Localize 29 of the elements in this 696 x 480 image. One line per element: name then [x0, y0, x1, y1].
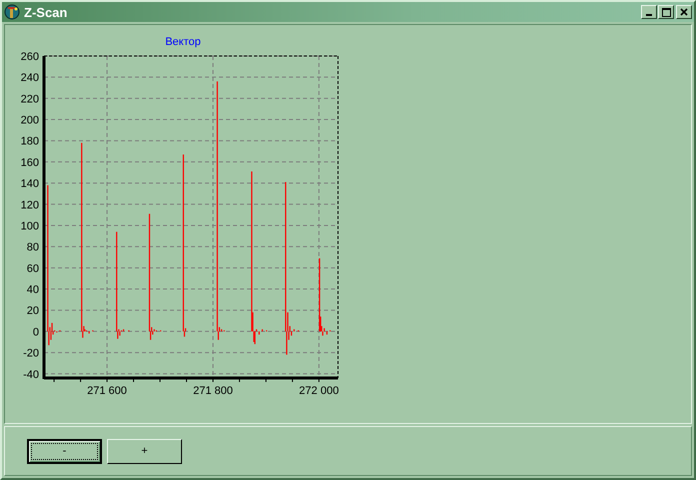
window-title: Z-Scan [24, 4, 68, 20]
y-tick-label: 200 [20, 114, 39, 127]
close-icon [680, 8, 688, 16]
y-tick-label: 40 [26, 284, 39, 296]
y-tick-label: 240 [20, 72, 39, 84]
maximize-icon [662, 8, 670, 16]
y-tick-label: 140 [20, 178, 39, 190]
y-tick-label: 220 [20, 93, 39, 106]
y-tick-label: 0 [32, 326, 39, 338]
y-tick-label: -40 [23, 368, 39, 381]
y-tick-label: 80 [26, 242, 39, 254]
y-tick-label: 60 [26, 262, 39, 275]
minimize-button[interactable] [641, 5, 657, 19]
plus-button[interactable]: + [107, 438, 182, 464]
minus-button[interactable]: - [27, 438, 102, 464]
x-tick-label: 272 000 [299, 385, 339, 397]
y-tick-label: 180 [20, 136, 39, 148]
close-button[interactable] [676, 5, 692, 19]
y-tick-label: 120 [20, 199, 39, 212]
app-icon [4, 4, 20, 20]
y-tick-label: -20 [23, 348, 39, 360]
chart-title: Вектор [165, 36, 201, 48]
y-tick-label: 20 [26, 305, 39, 318]
y-tick-label: 260 [20, 51, 39, 63]
x-tick-label: 271 600 [87, 385, 127, 397]
maximize-button[interactable] [658, 5, 674, 19]
x-tick-label: 271 800 [193, 385, 233, 397]
y-tick-label: 160 [20, 156, 39, 169]
y-tick-label: 100 [20, 220, 39, 232]
